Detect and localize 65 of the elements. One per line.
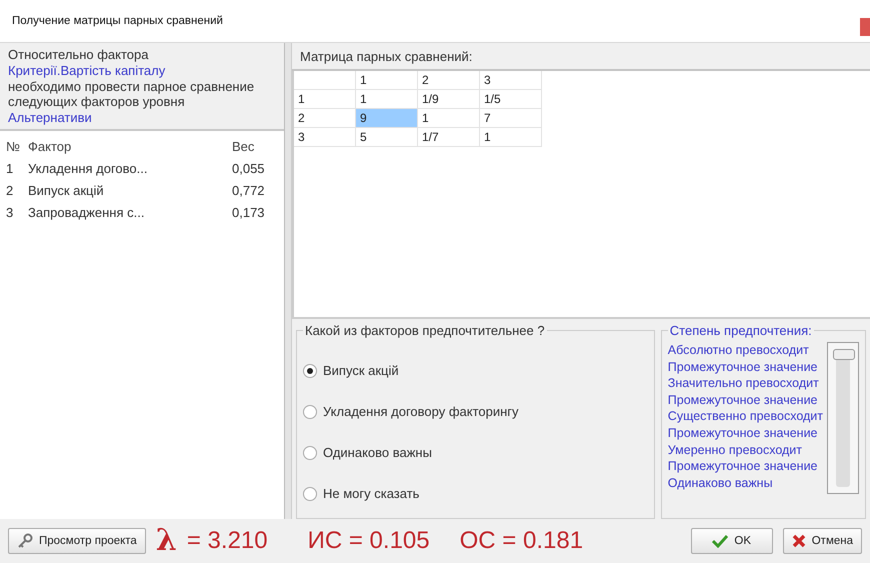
- ok-button[interactable]: OK: [690, 528, 773, 554]
- check-icon: [712, 534, 728, 548]
- table-cell-text: 0,055: [232, 160, 266, 176]
- radio-icon[interactable]: [303, 404, 317, 418]
- radio-option[interactable]: Одинаково важны: [303, 432, 648, 473]
- radio-icon[interactable]: [303, 364, 317, 378]
- slider[interactable]: [827, 342, 859, 494]
- column-header: Фактор: [28, 138, 72, 154]
- matrix-cell[interactable]: 9: [356, 109, 418, 128]
- matrix-cell[interactable]: 1: [418, 109, 480, 128]
- info-text: необходимо провести парное сравнение следующих факторов уровня: [8, 79, 256, 109]
- column-header: 3: [480, 71, 542, 90]
- table-cell-text: 0,173: [232, 204, 266, 220]
- matrix-cell[interactable]: 1: [356, 90, 418, 109]
- table-cell-text: 2: [6, 182, 14, 198]
- consistency-index: ИС = 0.105: [308, 527, 430, 555]
- cross-icon: [792, 534, 806, 548]
- matrix-cell[interactable]: 5: [356, 128, 418, 147]
- table-cell-text: 1: [6, 160, 14, 176]
- column-header: №: [6, 138, 21, 154]
- matrix-cell[interactable]: 1/7: [418, 128, 480, 147]
- scale-label: Промежуточное значение: [668, 358, 819, 376]
- radio-option[interactable]: Укладення договору факторингу: [303, 391, 648, 432]
- splitter[interactable]: [285, 43, 292, 519]
- matrix-cell[interactable]: 1: [480, 128, 542, 147]
- scale-label: Значительно превосходит: [668, 375, 820, 392]
- row-header: 1: [294, 90, 356, 109]
- slider-thumb[interactable]: [833, 349, 855, 360]
- row-header: 3: [294, 128, 356, 147]
- table-cell-text: Випуск акцій: [28, 182, 105, 198]
- view-project-button[interactable]: Просмотр проекта: [8, 528, 146, 554]
- table-cell-text: Запровадження с...: [28, 204, 146, 220]
- cancel-button[interactable]: Отмена: [782, 528, 862, 554]
- group-title: Какой из факторов предпочтительнее ?: [304, 323, 546, 338]
- radio-option[interactable]: Випуск акцій: [303, 350, 648, 391]
- radio-icon[interactable]: [303, 446, 317, 460]
- column-header: Вес: [232, 138, 256, 154]
- scale-label: Абсолютно превосходит: [668, 342, 810, 359]
- table-cell-text: 0,772: [232, 182, 266, 198]
- matrix-cell[interactable]: 1/9: [418, 90, 480, 109]
- matrix-cell[interactable]: 1/5: [480, 90, 542, 109]
- scale-label: Одинаково важны: [668, 474, 774, 492]
- matrix-cell[interactable]: 7: [480, 109, 542, 128]
- column-header: 1: [356, 71, 418, 90]
- radio-option[interactable]: Не могу сказать: [303, 473, 648, 514]
- level-name: Альтернативи: [8, 110, 93, 125]
- scale-label: Существенно превосходит: [668, 408, 823, 425]
- radio-icon[interactable]: [303, 486, 317, 500]
- group-title: Степень предпочтения:: [668, 323, 813, 338]
- info-text: Относительно фактора: [8, 47, 150, 62]
- table-cell-text: Укладення догово...: [28, 160, 148, 176]
- scale-label: Умеренно превосходит: [668, 442, 804, 458]
- scale-label: Промежуточное значение: [668, 458, 819, 475]
- factor-name: Критерії.Вартість капіталу: [8, 63, 166, 78]
- column-header: 2: [418, 71, 480, 90]
- table-cell-text: 3: [6, 204, 14, 220]
- scale-label: Промежуточное значение: [668, 392, 819, 408]
- lambda-value: = 3.210: [186, 527, 268, 555]
- scale-label: Промежуточное значение: [668, 424, 819, 442]
- key-icon: [17, 533, 33, 549]
- matrix-title: Матрица парных сравнений:: [300, 48, 472, 64]
- row-header: 2: [294, 109, 356, 128]
- lambda-symbol: λ: [156, 526, 177, 556]
- consistency-ratio: ОС = 0.181: [460, 527, 584, 555]
- window-title: Получение матрицы парных сравнений: [12, 15, 223, 27]
